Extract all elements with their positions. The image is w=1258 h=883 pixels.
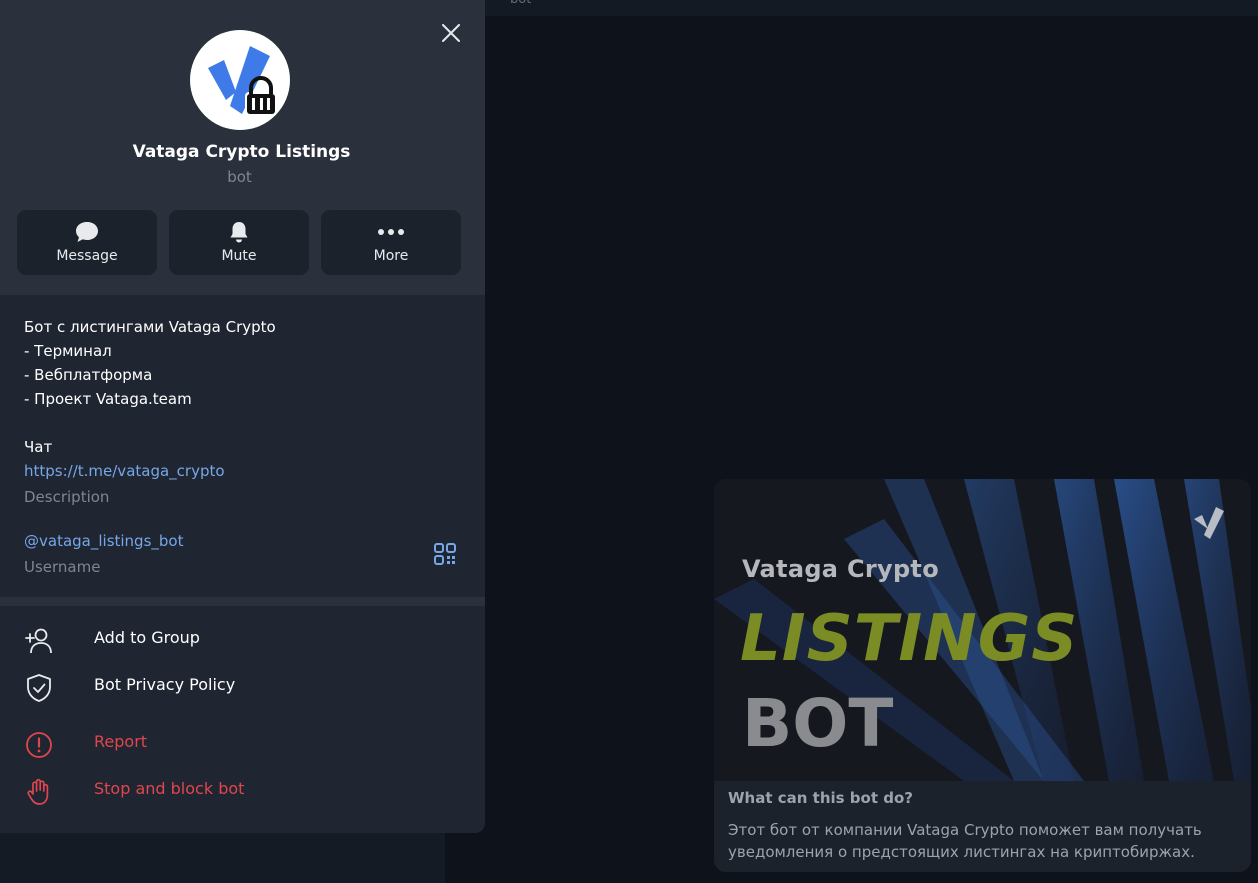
chat-header-subtitle: bot bbox=[510, 0, 531, 7]
message-button-label: Message bbox=[56, 248, 118, 264]
mute-button-label: Mute bbox=[221, 248, 257, 264]
username-block: @vataga_listings_bot Username bbox=[24, 529, 183, 579]
vataga-logo-icon bbox=[208, 46, 277, 116]
shield-check-icon bbox=[27, 674, 51, 702]
profile-name: Vataga Crypto Listings bbox=[132, 142, 351, 162]
bot-cover-image: Vataga Crypto LISTINGS BOT bbox=[714, 479, 1251, 781]
more-button-label: More bbox=[373, 248, 409, 264]
bot-intro-card: Vataga Crypto LISTINGS BOT What can this… bbox=[714, 479, 1251, 872]
add-to-group-item[interactable]: Add to Group bbox=[0, 616, 485, 662]
message-bubble-icon bbox=[76, 222, 98, 242]
section-divider bbox=[0, 597, 485, 606]
add-user-icon bbox=[25, 628, 52, 654]
hand-stop-icon bbox=[27, 778, 49, 805]
bot-privacy-policy-label: Bot Privacy Policy bbox=[94, 675, 236, 694]
description-line: Чат bbox=[24, 438, 53, 456]
description-line bbox=[24, 411, 276, 435]
report-label: Report bbox=[94, 732, 148, 751]
mute-button[interactable]: Mute bbox=[169, 210, 309, 275]
report-item[interactable]: Report bbox=[0, 720, 485, 766]
description-line: Бот с листингами Vataga Crypto bbox=[24, 318, 276, 336]
chat-link[interactable]: https://t.me/vataga_crypto bbox=[24, 459, 276, 483]
alert-circle-icon bbox=[26, 732, 52, 758]
add-to-group-label: Add to Group bbox=[94, 628, 200, 647]
chat-list-background bbox=[0, 833, 445, 883]
bell-icon bbox=[230, 222, 248, 243]
username-caption: Username bbox=[24, 558, 101, 576]
message-button[interactable]: Message bbox=[17, 210, 157, 275]
more-button[interactable]: More bbox=[321, 210, 461, 275]
bot-description: Бот с листингами Vataga Crypto - Термина… bbox=[24, 315, 276, 509]
qr-code-icon bbox=[434, 543, 456, 565]
qr-code-button[interactable] bbox=[433, 542, 457, 566]
stop-and-block-bot-label: Stop and block bot bbox=[94, 779, 245, 798]
description-line: - Вебплатформа bbox=[24, 366, 153, 384]
bot-profile-panel: Vataga Crypto Listings bot Message Mute … bbox=[0, 0, 485, 833]
card-question: What can this bot do? bbox=[728, 789, 913, 807]
bot-avatar[interactable] bbox=[190, 30, 290, 130]
card-brand-text: Vataga Crypto bbox=[742, 555, 939, 583]
username-link[interactable]: @vataga_listings_bot bbox=[24, 529, 183, 553]
card-subheadline: BOT bbox=[742, 685, 894, 762]
more-dots-icon bbox=[378, 229, 404, 235]
close-button[interactable] bbox=[436, 18, 466, 48]
card-headline: LISTINGS bbox=[740, 602, 1079, 676]
stop-and-block-bot-item[interactable]: Stop and block bot bbox=[0, 767, 485, 813]
card-description: Этот бот от компании Vataga Crypto помож… bbox=[728, 821, 1202, 861]
description-line: - Терминал bbox=[24, 342, 112, 360]
description-caption: Description bbox=[24, 488, 110, 506]
bot-privacy-policy-item[interactable]: Bot Privacy Policy bbox=[0, 663, 485, 709]
description-line: - Проект Vataga.team bbox=[24, 390, 192, 408]
vataga-logo-mark bbox=[1194, 507, 1224, 539]
profile-type: bot bbox=[227, 168, 252, 186]
close-icon bbox=[442, 24, 460, 42]
